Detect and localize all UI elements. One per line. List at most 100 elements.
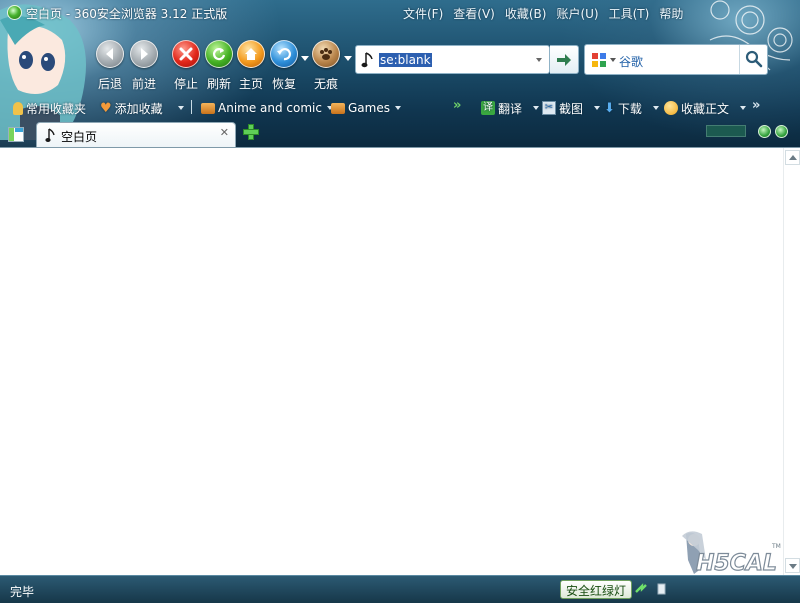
bookmark-anime-label: Anime and comic bbox=[218, 101, 322, 115]
undo-restore-icon bbox=[270, 40, 298, 68]
menu-file[interactable]: 文件(F) bbox=[403, 5, 443, 22]
bookmark-games-dropdown-icon bbox=[394, 106, 401, 110]
google-g-icon bbox=[592, 53, 606, 67]
favorites-button[interactable]: 常用收藏夹 bbox=[13, 100, 86, 116]
tab-strip-indicator bbox=[706, 125, 746, 137]
folder-icon bbox=[201, 102, 215, 114]
go-arrow-icon bbox=[557, 54, 571, 66]
stop-x-icon bbox=[172, 40, 200, 68]
menu-help[interactable]: 帮助 bbox=[659, 5, 683, 22]
translate-button[interactable]: 译 翻译 bbox=[481, 100, 540, 116]
paw-print-icon bbox=[312, 40, 340, 68]
translate-icon: 译 bbox=[481, 101, 495, 115]
folder-icon bbox=[331, 102, 345, 114]
site-watermark-logo: H5CAL TM bbox=[682, 531, 781, 575]
download-arrow-icon: ⬇ bbox=[604, 100, 615, 116]
download-button[interactable]: ⬇ 下载 bbox=[604, 100, 659, 116]
favorites-person-icon bbox=[13, 101, 23, 115]
bookmark-games[interactable]: Games bbox=[331, 100, 401, 116]
refresh-label: 刷新 bbox=[206, 77, 231, 91]
screenshot-label: 截图 bbox=[559, 101, 584, 116]
browser-skin-header: 空白页 - 360安全浏览器 3.12 正式版 文件(F) 查看(V) 收藏(B… bbox=[0, 0, 800, 147]
tab-title: 空白页 bbox=[61, 130, 98, 144]
back-arrow-icon bbox=[96, 40, 124, 68]
scroll-up-arrow-icon[interactable] bbox=[785, 150, 800, 165]
device-icon[interactable] bbox=[655, 582, 669, 596]
private-dropdown-arrow-icon[interactable] bbox=[344, 56, 352, 61]
scroll-down-arrow-icon[interactable] bbox=[785, 558, 800, 573]
add-favorite-dropdown-icon[interactable] bbox=[177, 106, 184, 110]
search-box[interactable]: 谷歌 bbox=[584, 44, 768, 75]
save-text-dropdown-icon[interactable] bbox=[740, 106, 747, 110]
favorites-label: 常用收藏夹 bbox=[26, 101, 87, 116]
toolbar-divider bbox=[191, 100, 192, 114]
music-note-icon bbox=[361, 52, 373, 68]
download-label: 下载 bbox=[617, 101, 642, 116]
home-button[interactable]: 主页 bbox=[235, 40, 267, 92]
back-label: 后退 bbox=[97, 77, 122, 91]
tab-close-icon[interactable]: ✕ bbox=[220, 126, 229, 139]
music-note-icon bbox=[45, 128, 55, 142]
menu-favorites[interactable]: 收藏(B) bbox=[505, 5, 547, 22]
search-icon bbox=[745, 50, 763, 68]
back-button[interactable]: 后退 bbox=[94, 40, 126, 92]
tab-blank-page[interactable]: 空白页 ✕ bbox=[36, 122, 236, 147]
safety-light-button[interactable]: 安全红绿灯 bbox=[560, 580, 633, 599]
save-text-button[interactable]: 收藏正文 bbox=[664, 100, 747, 116]
address-input[interactable]: se:blank bbox=[379, 53, 432, 67]
refresh-icon bbox=[205, 40, 233, 68]
bookmark-games-label: Games bbox=[348, 101, 390, 115]
address-history-dropdown-icon[interactable] bbox=[536, 58, 542, 62]
status-bar: 完毕 安全红绿灯 bbox=[0, 575, 800, 603]
svg-text:TM: TM bbox=[771, 543, 781, 550]
restore-dropdown-arrow-icon[interactable] bbox=[301, 56, 309, 61]
menu-bar: 文件(F) 查看(V) 收藏(B) 账户(U) 工具(T) 帮助 bbox=[403, 5, 683, 22]
restore-label: 恢复 bbox=[271, 77, 296, 91]
scissors-icon: ✂ bbox=[542, 101, 556, 115]
new-tab-plus-icon[interactable] bbox=[243, 124, 259, 140]
browser-logo-icon bbox=[7, 5, 22, 20]
restore-button[interactable]: 恢复 bbox=[268, 40, 300, 92]
bookmark-anime-and-comic[interactable]: Anime and comic bbox=[201, 100, 333, 116]
forward-label: 前进 bbox=[131, 77, 156, 91]
go-button[interactable] bbox=[550, 45, 579, 74]
more-tools-chevron-icon[interactable]: » bbox=[752, 98, 760, 113]
home-label: 主页 bbox=[238, 77, 263, 91]
translate-label: 翻译 bbox=[498, 101, 523, 116]
page-content-area[interactable]: H5CAL TM bbox=[0, 147, 800, 575]
smiley-icon bbox=[664, 101, 678, 115]
address-bar[interactable]: se:blank bbox=[355, 45, 550, 74]
close-dot-icon[interactable] bbox=[775, 125, 788, 138]
vertical-scrollbar[interactable] bbox=[783, 148, 800, 575]
menu-account[interactable]: 账户(U) bbox=[556, 5, 598, 22]
sidebar-toggle-icon[interactable] bbox=[8, 127, 24, 142]
more-bookmarks-chevron-icon[interactable]: » bbox=[453, 98, 461, 113]
private-mode-button[interactable]: 无痕 bbox=[310, 40, 342, 92]
search-engine-name[interactable]: 谷歌 bbox=[619, 53, 643, 70]
search-button[interactable] bbox=[739, 45, 767, 74]
tab-strip: 空白页 ✕ bbox=[0, 121, 800, 147]
add-favorite-button[interactable]: ♥ 添加收藏 bbox=[100, 100, 184, 116]
menu-view[interactable]: 查看(V) bbox=[453, 5, 495, 22]
screenshot-button[interactable]: ✂ 截图 bbox=[542, 100, 601, 116]
private-mode-label: 无痕 bbox=[313, 77, 338, 91]
add-favorite-label: 添加收藏 bbox=[114, 101, 163, 116]
stop-label: 停止 bbox=[173, 77, 198, 91]
save-text-label: 收藏正文 bbox=[681, 101, 730, 116]
minimize-dot-icon[interactable] bbox=[758, 125, 771, 138]
forward-button[interactable]: 前进 bbox=[128, 40, 160, 92]
search-engine-dropdown-icon[interactable] bbox=[610, 58, 616, 62]
screenshot-dropdown-icon[interactable] bbox=[594, 106, 601, 110]
download-dropdown-icon[interactable] bbox=[652, 106, 659, 110]
window-title: 空白页 - 360安全浏览器 3.12 正式版 bbox=[26, 7, 228, 21]
heart-icon: ♥ bbox=[100, 100, 112, 116]
green-arrow-icon[interactable] bbox=[634, 582, 648, 596]
translate-dropdown-icon[interactable] bbox=[533, 106, 540, 110]
svg-text:H5CAL: H5CAL bbox=[696, 551, 777, 575]
forward-arrow-icon bbox=[130, 40, 158, 68]
home-icon bbox=[237, 40, 265, 68]
refresh-button[interactable]: 刷新 bbox=[203, 40, 235, 92]
menu-tools[interactable]: 工具(T) bbox=[609, 5, 650, 22]
bookmarks-toolbar: 常用收藏夹 ♥ 添加收藏 Anime and comic Games » 译 翻… bbox=[0, 96, 800, 118]
stop-button[interactable]: 停止 bbox=[170, 40, 202, 92]
